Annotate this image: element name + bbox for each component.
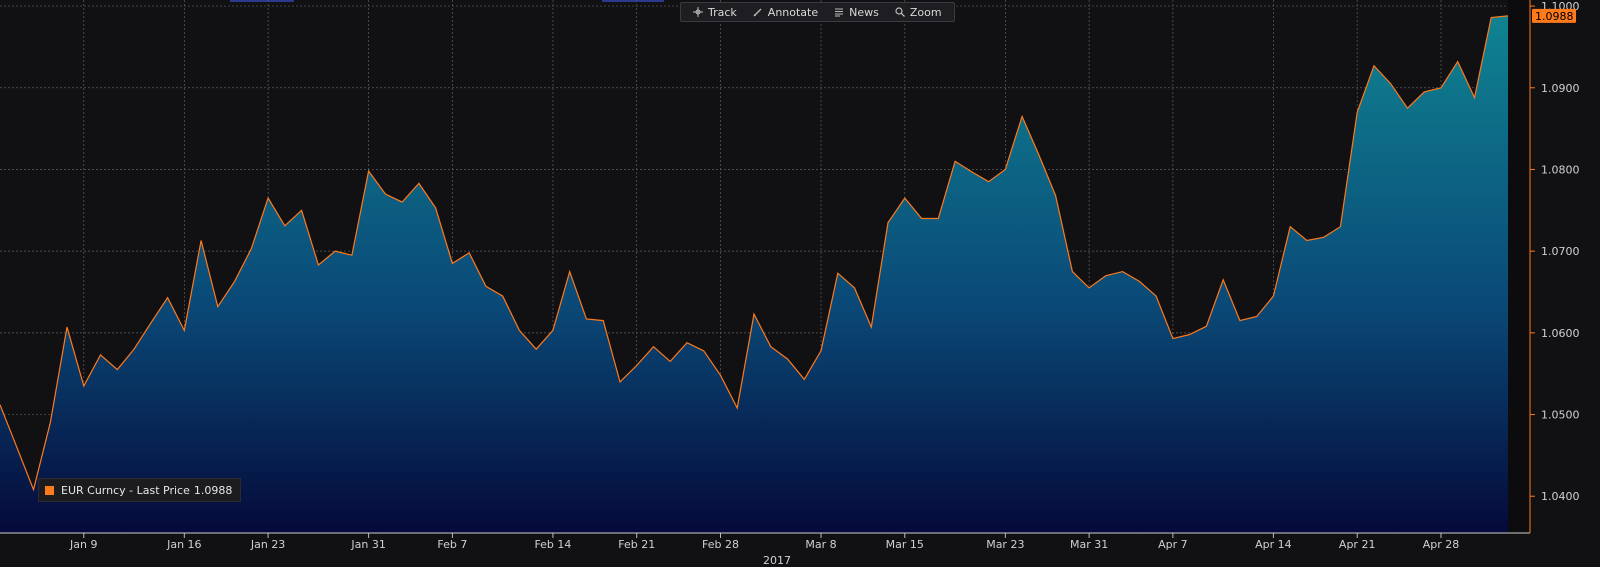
track-button[interactable]: Track <box>685 6 745 19</box>
x-tick-label: Apr 21 <box>1339 538 1376 551</box>
y-tick-label: 1.0600 <box>1541 327 1580 340</box>
x-tick-label: Apr 28 <box>1423 538 1460 551</box>
chart-toolbar: Track Annotate News Zoom <box>680 2 955 22</box>
x-tick-label: Feb 14 <box>534 538 571 551</box>
track-label: Track <box>708 5 737 19</box>
x-tick-label: Jan 23 <box>250 538 285 551</box>
x-tick-label: Jan 31 <box>350 538 385 551</box>
right-gutter <box>1508 0 1530 533</box>
last-price-label: 1.0988 <box>1535 10 1574 23</box>
x-tick-label: Feb 28 <box>702 538 739 551</box>
news-label: News <box>849 5 879 19</box>
y-tick-label: 1.0900 <box>1541 82 1580 95</box>
x-tick-label: Mar 8 <box>805 538 836 551</box>
magnifier-icon <box>895 7 905 17</box>
x-tick-label: Jan 9 <box>69 538 97 551</box>
x-tick-label: Feb 7 <box>437 538 467 551</box>
chart-legend[interactable]: EUR Curncy - Last Price 1.0988 <box>38 478 242 502</box>
x-tick-label: Mar 15 <box>886 538 924 551</box>
x-tick-label: Apr 14 <box>1255 538 1292 551</box>
y-tick-label: 1.0700 <box>1541 245 1580 258</box>
x-tick-label: Feb 21 <box>618 538 655 551</box>
annotate-button[interactable]: Annotate <box>745 6 826 19</box>
x-tick-label: Apr 7 <box>1158 538 1188 551</box>
x-axis-year-label: 2017 <box>763 554 791 567</box>
legend-swatch <box>45 485 54 495</box>
zoom-button[interactable]: Zoom <box>887 6 950 19</box>
news-button[interactable]: News <box>826 6 887 19</box>
x-tick-label: Mar 23 <box>986 538 1024 551</box>
x-tick-label: Mar 31 <box>1070 538 1108 551</box>
news-icon <box>835 8 844 17</box>
y-tick-label: 1.0500 <box>1541 409 1580 422</box>
legend-series-label: EUR Curncy - Last Price <box>61 483 190 497</box>
x-tick-label: Jan 16 <box>166 538 201 551</box>
legend-last-value: 1.0988 <box>193 483 233 497</box>
zoom-label: Zoom <box>909 5 942 19</box>
y-tick-label: 1.0800 <box>1541 163 1580 176</box>
chart-panel: 1.0400 1.0500 1.0600 1.0700 1.0800 1.0900 1.10… <box>0 0 1600 567</box>
series-area <box>0 15 1508 533</box>
annotate-label: Annotate <box>767 5 819 19</box>
crosshair-icon <box>693 7 703 17</box>
y-tick-label: 1.0400 <box>1541 490 1580 503</box>
pencil-icon <box>753 8 762 17</box>
